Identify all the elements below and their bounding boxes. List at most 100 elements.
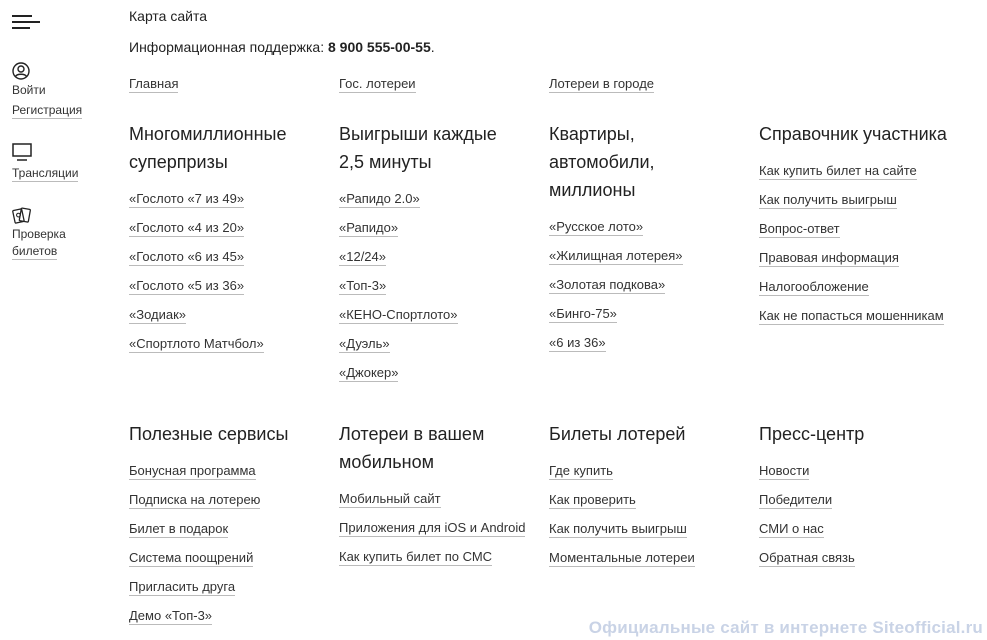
section-link[interactable]: Как получить выигрыш [759, 192, 897, 209]
section-link[interactable]: «Спортлото Матчбол» [129, 336, 264, 353]
section-link[interactable]: Как получить выигрыш [549, 521, 687, 538]
section-links: «Гослото «7 из 49» «Гослото «4 из 20» «Гос… [129, 190, 334, 364]
list-item: Как получить выигрыш [759, 191, 979, 220]
section-link[interactable]: СМИ о нас [759, 521, 824, 538]
section-links: «Рапидо 2.0» «Рапидо» «12/24» «Топ-3» «КЕНО-… [339, 190, 544, 393]
section-superprizes: Многомиллионные суперпризы «Гослото «7 из … [129, 120, 334, 364]
section-title-line: Лотереи в вашем [339, 424, 485, 444]
list-item: Подписка на лотерею [129, 491, 334, 520]
section-link[interactable]: Бонусная программа [129, 463, 256, 480]
section-participant-guide: Справочник участника Как купить билет на … [759, 120, 979, 336]
section-link[interactable]: Как не попасться мошенникам [759, 308, 944, 325]
list-item: Бонусная программа [129, 462, 334, 491]
section-link[interactable]: «12/24» [339, 249, 386, 266]
section-link[interactable]: Правовая информация [759, 250, 899, 267]
section-link[interactable]: Билет в подарок [129, 521, 229, 538]
list-item: «Спортлото Матчбол» [129, 335, 334, 364]
tickets-icon [12, 207, 31, 224]
section-link[interactable]: «Дуэль» [339, 336, 390, 353]
section-link[interactable]: Налогообложение [759, 279, 869, 296]
section-link[interactable]: Мобильный сайт [339, 491, 441, 508]
check-tickets-link-line1[interactable]: Проверка [12, 226, 66, 242]
list-item: «Гослото «6 из 45» [129, 248, 334, 277]
section-link[interactable]: «Рапидо» [339, 220, 399, 237]
broadcasts-link[interactable]: Трансляции [12, 165, 79, 182]
list-item: «Жилищная лотерея» [549, 247, 754, 276]
support-suffix: . [430, 39, 435, 55]
login-link[interactable]: Войти [12, 82, 82, 98]
section-link[interactable]: «Рапидо 2.0» [339, 191, 420, 208]
watermark: Официальные сайт в интернете Siteofficia… [588, 618, 983, 637]
section-link[interactable]: Как купить билет по СМС [339, 549, 493, 566]
list-item: Как проверить [549, 491, 754, 520]
list-item: Приложения для iOS и Android [339, 519, 544, 548]
check-tickets-link-line2[interactable]: билетов [12, 243, 58, 260]
section-link[interactable]: Пригласить друга [129, 579, 236, 596]
section-link[interactable]: Где купить [549, 463, 613, 480]
section-link[interactable]: «Гослото «7 из 49» [129, 191, 245, 208]
list-item: «Рапидо 2.0» [339, 190, 544, 219]
support-phone[interactable]: 8 900 555-00-55 [328, 39, 431, 55]
list-item: Моментальные лотереи [549, 549, 754, 578]
section-link[interactable]: Обратная связь [759, 550, 855, 567]
section-link[interactable]: «Жилищная лотерея» [549, 248, 683, 265]
section-link[interactable]: Как купить билет на сайте [759, 163, 917, 180]
list-item: Мобильный сайт [339, 490, 544, 519]
section-useful-services: Полезные сервисы Бонусная программа Подпис… [129, 420, 334, 636]
register-link[interactable]: Регистрация [12, 102, 83, 119]
section-links: Где купить Как проверить Как получить выиг… [549, 462, 754, 578]
list-item: «Золотая подкова» [549, 276, 754, 305]
list-item: «Зодиак» [129, 306, 334, 335]
toplink-home[interactable]: Главная [129, 76, 179, 93]
broadcasts-block: Трансляции [12, 142, 79, 182]
list-item: «12/24» [339, 248, 544, 277]
section-link[interactable]: Приложения для iOS и Android [339, 520, 526, 537]
list-item: Вопрос-ответ [759, 220, 979, 249]
section-link[interactable]: «Гослото «6 из 45» [129, 249, 245, 266]
section-link[interactable]: Вопрос-ответ [759, 221, 840, 238]
section-link[interactable]: «Бинго-75» [549, 306, 617, 323]
section-link[interactable]: «Джокер» [339, 365, 399, 382]
section-link[interactable]: Новости [759, 463, 810, 480]
section-fast-draws: Выигрыши каждые 2,5 минуты «Рапидо 2.0» «Ра… [339, 120, 544, 393]
section-title-line: Полезные сервисы [129, 424, 289, 444]
section-link[interactable]: Как проверить [549, 492, 636, 509]
section-link[interactable]: «Гослото «4 из 20» [129, 220, 245, 237]
section-link[interactable]: Система поощрений [129, 550, 254, 567]
section-title-line: Выигрыши каждые [339, 124, 497, 144]
section-link[interactable]: Демо «Топ-3» [129, 608, 213, 625]
sidebar: Войти Регистрация Трансляции Проверка би… [0, 0, 110, 640]
section-links: «Русское лото» «Жилищная лотерея» «Золотая… [549, 218, 754, 363]
list-item: Как купить билет на сайте [759, 162, 979, 191]
section-link[interactable]: «Русское лото» [549, 219, 644, 236]
section-title-line: автомобили, [549, 152, 655, 172]
section-link[interactable]: «6 из 36» [549, 335, 606, 352]
section-link[interactable]: Победители [759, 492, 833, 509]
list-item: «6 из 36» [549, 334, 754, 363]
menu-icon[interactable] [12, 13, 42, 31]
list-item: Как купить билет по СМС [339, 548, 544, 577]
section-link[interactable]: Моментальные лотереи [549, 550, 695, 567]
toplink-state-lotteries[interactable]: Гос. лотереи [339, 76, 416, 93]
section-link[interactable]: «Гослото «5 из 36» [129, 278, 245, 295]
section-link[interactable]: «КЕНО-Спортлото» [339, 307, 458, 324]
page-title: Карта сайта [129, 8, 207, 24]
section-link[interactable]: «Зодиак» [129, 307, 187, 324]
section-title: Многомиллионные суперпризы [129, 120, 334, 176]
list-item: Налогообложение [759, 278, 979, 307]
section-title: Выигрыши каждые 2,5 минуты [339, 120, 544, 176]
list-item: Система поощрений [129, 549, 334, 578]
list-item: Где купить [549, 462, 754, 491]
list-item: «КЕНО-Спортлото» [339, 306, 544, 335]
section-links: Новости Победители СМИ о нас Обратная связь [759, 462, 964, 578]
list-item: Как не попасться мошенникам [759, 307, 979, 336]
section-title-line: суперпризы [129, 152, 228, 172]
section-title-line: миллионы [549, 180, 636, 200]
section-link[interactable]: Подписка на лотерею [129, 492, 261, 509]
section-lottery-tickets: Билеты лотерей Где купить Как проверить Как… [549, 420, 754, 578]
section-link[interactable]: «Золотая подкова» [549, 277, 666, 294]
section-link[interactable]: «Топ-3» [339, 278, 387, 295]
toplink-city-lotteries[interactable]: Лотереи в городе [549, 76, 655, 93]
list-item: «Рапидо» [339, 219, 544, 248]
section-title-line: Многомиллионные [129, 124, 287, 144]
